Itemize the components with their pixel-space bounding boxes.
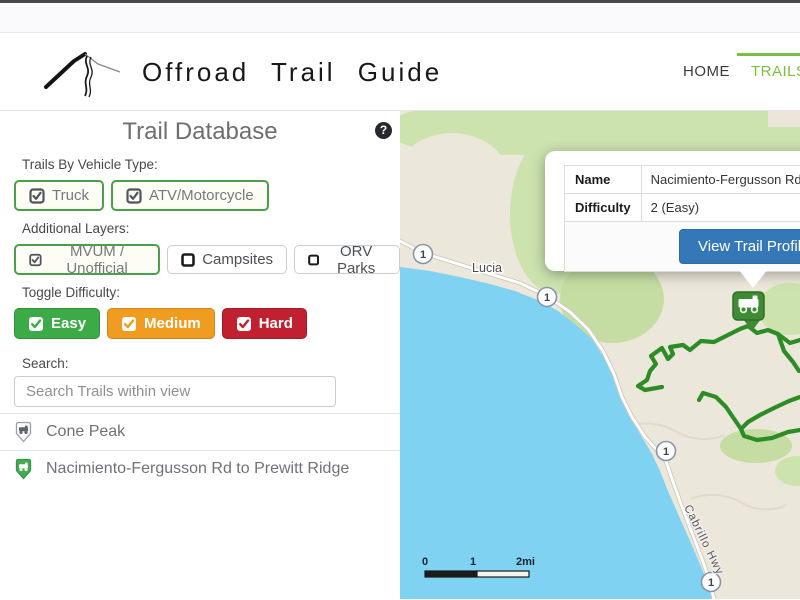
brand-logo[interactable]: Offroad Trail Guide <box>40 45 442 99</box>
table-row: Name Nacimiento-Fergusson Rd to Prewitt … <box>565 166 800 194</box>
table-row: View Trail Profile <box>565 222 800 272</box>
unchecked-checkbox-icon <box>181 253 195 267</box>
help-icon[interactable]: ? <box>375 122 392 139</box>
main-nav: HOME TRAILS & <box>683 33 800 110</box>
atv-motorcycle-toggle-button[interactable]: ATV/Motorcycle <box>111 180 269 211</box>
nav-item-trails[interactable]: TRAILS & <box>751 63 800 80</box>
mountain-trail-logo-icon <box>40 45 132 99</box>
view-trail-profile-button[interactable]: View Trail Profile <box>679 229 800 264</box>
truck-toggle-label: Truck <box>52 187 89 204</box>
checked-checkbox-icon <box>126 188 142 204</box>
campsites-layer-toggle-button[interactable]: Campsites <box>167 245 287 274</box>
trail-list-item-nacimiento[interactable]: Nacimiento-Fergusson Rd to Prewitt Ridge <box>0 450 400 487</box>
difficulty-row-header: Difficulty <box>565 194 642 222</box>
checked-checkbox-icon <box>29 252 42 268</box>
content-area: Trail Database ? Trails By Vehicle Type:… <box>0 111 800 599</box>
route-badge-label: 1 <box>708 577 714 589</box>
checked-checkbox-icon <box>236 316 252 332</box>
route-badge-label: 1 <box>663 446 669 458</box>
route-badge-label: 1 <box>420 249 426 261</box>
trail-info-popup: Name Nacimiento-Fergusson Rd to Prewitt … <box>545 151 800 271</box>
name-row-value: Nacimiento-Fergusson Rd to Prewitt Ridge <box>641 166 800 194</box>
medium-difficulty-label: Medium <box>144 315 201 332</box>
mvum-layer-label: MVUM / Unofficial <box>49 243 145 277</box>
trail-info-table: Name Nacimiento-Fergusson Rd to Prewitt … <box>564 165 800 272</box>
difficulty-row-value: 2 (Easy) <box>641 194 800 222</box>
trail-item-label: Nacimiento-Fergusson Rd to Prewitt Ridge <box>46 460 349 478</box>
checked-checkbox-icon <box>121 316 137 332</box>
difficulty-buttons: Easy Medium Hard <box>14 308 400 339</box>
scale-end-label: 2mi <box>516 556 535 568</box>
additional-layers-label: Additional Layers: <box>22 221 400 236</box>
easy-difficulty-label: Easy <box>51 315 86 332</box>
layer-buttons: MVUM / Unofficial Campsites ORV Parks <box>14 244 400 275</box>
campsites-layer-label: Campsites <box>202 251 273 268</box>
map-canvas[interactable]: 1 1 1 1 Lucia Cabrillo Hwy <box>400 111 800 599</box>
trail-item-label: Cone Peak <box>46 423 125 441</box>
trail-database-panel: Trail Database ? Trails By Vehicle Type:… <box>0 111 400 599</box>
route-badge-label: 1 <box>544 292 550 304</box>
orv-parks-layer-toggle-button[interactable]: ORV Parks <box>294 245 400 274</box>
vehicle-type-buttons: Truck ATV/Motorcycle <box>14 180 400 211</box>
site-header: Offroad Trail Guide HOME TRAILS & <box>0 33 800 111</box>
table-row: Difficulty 2 (Easy) <box>565 194 800 222</box>
hard-difficulty-label: Hard <box>259 315 293 332</box>
town-label-lucia: Lucia <box>472 261 502 275</box>
truck-toggle-button[interactable]: Truck <box>14 180 104 211</box>
search-input[interactable] <box>14 376 336 407</box>
button-cell: View Trail Profile <box>565 222 800 272</box>
browser-sub-bar <box>0 3 800 33</box>
active-nav-indicator <box>737 53 800 56</box>
name-row-header: Name <box>565 166 642 194</box>
scale-mid-label: 1 <box>470 556 476 568</box>
app-window: Offroad Trail Guide HOME TRAILS & Trail … <box>0 0 800 600</box>
trail-list-item-cone-peak[interactable]: Cone Peak <box>0 413 400 450</box>
nav-item-home[interactable]: HOME <box>683 63 730 80</box>
panel-title: Trail Database <box>0 117 400 147</box>
trail-results-list: Cone Peak Nacimiento-Fergusson Rd to Pre… <box>0 413 400 487</box>
atv-motorcycle-toggle-label: ATV/Motorcycle <box>149 187 254 204</box>
gray-truck-pin-icon <box>14 421 33 444</box>
checked-checkbox-icon <box>28 316 44 332</box>
unchecked-checkbox-icon <box>308 253 319 267</box>
green-truck-pin-icon <box>14 458 33 481</box>
popup-pointer-tail <box>738 269 768 288</box>
easy-difficulty-toggle-button[interactable]: Easy <box>14 308 100 339</box>
orv-parks-layer-label: ORV Parks <box>326 243 386 277</box>
scale-start-label: 0 <box>422 556 428 568</box>
medium-difficulty-toggle-button[interactable]: Medium <box>107 308 215 339</box>
vehicle-type-label: Trails By Vehicle Type: <box>22 157 400 172</box>
hard-difficulty-toggle-button[interactable]: Hard <box>222 308 307 339</box>
toggle-difficulty-label: Toggle Difficulty: <box>22 285 400 300</box>
mvum-layer-toggle-button[interactable]: MVUM / Unofficial <box>14 244 160 275</box>
checked-checkbox-icon <box>29 188 45 204</box>
search-label: Search: <box>22 356 400 371</box>
brand-title: Offroad Trail Guide <box>142 57 442 88</box>
